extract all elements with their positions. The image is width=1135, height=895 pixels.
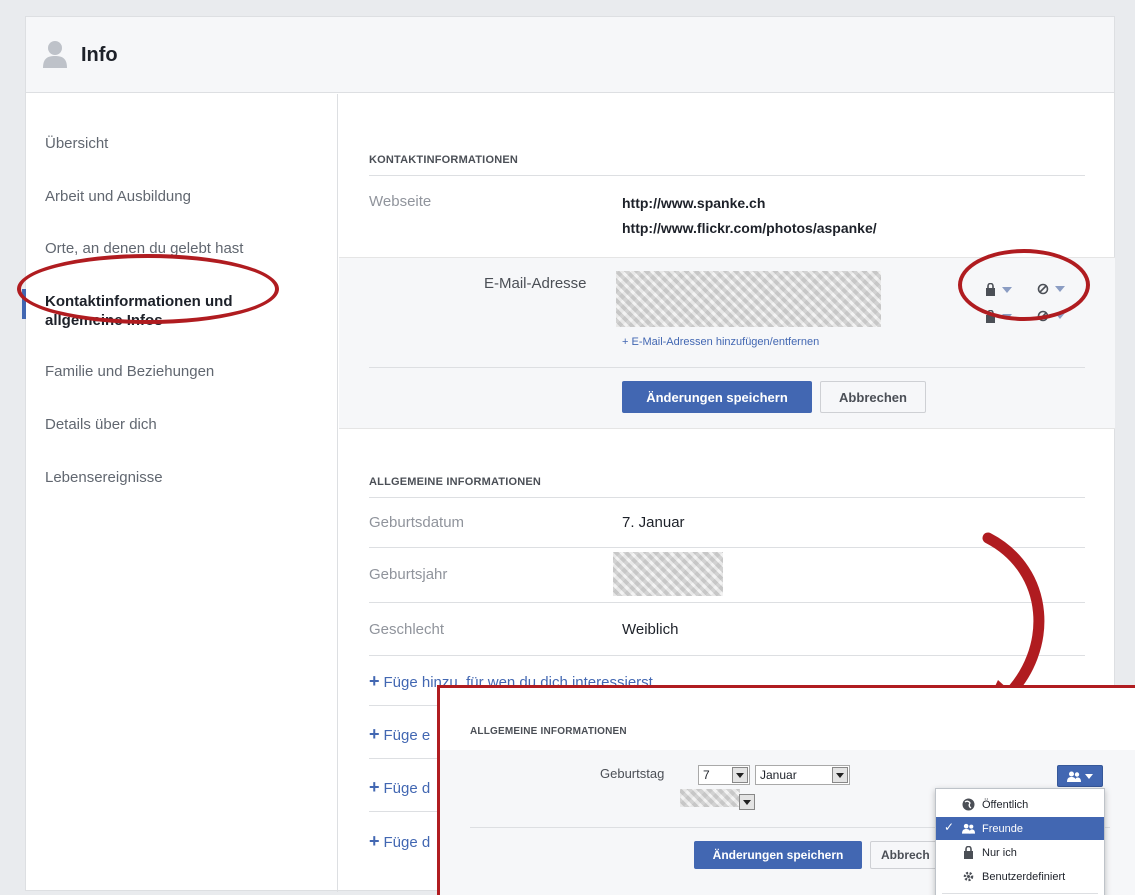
sidebar: Übersicht Arbeit und Ausbildung Orte, an… <box>22 94 338 892</box>
card-header: Info <box>26 17 1114 93</box>
menu-item-only-me[interactable]: Nur ich <box>936 841 1104 864</box>
sidebar-item-life-events[interactable]: Lebensereignisse <box>45 469 163 486</box>
inset-birthday-label: Geburtstag <box>600 766 665 781</box>
plus-icon: + <box>369 671 380 691</box>
sidebar-item-details-about-you[interactable]: Details über dich <box>45 416 157 433</box>
inset-section-title: ALLGEMEINE INFORMATIONEN <box>470 726 627 737</box>
sidebar-item-family-relationships[interactable]: Familie und Beziehungen <box>45 363 214 380</box>
chevron-down-icon <box>732 767 748 783</box>
add-link-3[interactable]: + Füge d <box>369 777 430 798</box>
add-remove-email-link[interactable]: + E-Mail-Adressen hinzufügen/entfernen <box>622 336 819 348</box>
chevron-down-icon <box>832 767 848 783</box>
contact-section-title: KONTAKTINFORMATIONEN <box>369 154 519 166</box>
divider <box>369 175 1085 176</box>
gender-label: Geschlecht <box>369 621 445 638</box>
sidebar-item-work-education[interactable]: Arbeit und Ausbildung <box>45 188 191 205</box>
menu-item-custom[interactable]: Benutzerdefiniert <box>936 865 1104 888</box>
add-link-2[interactable]: + Füge e <box>369 724 430 745</box>
menu-item-public[interactable]: Öffentlich <box>936 793 1104 816</box>
cancel-button[interactable]: Abbrechen <box>820 381 926 413</box>
inset-save-changes-button[interactable]: Änderungen speichern <box>694 841 862 869</box>
chevron-down-icon <box>739 794 755 810</box>
checkmark-icon: ✓ <box>944 820 955 834</box>
birthday-month-select[interactable]: Januar <box>755 765 850 785</box>
lock-icon <box>964 846 973 859</box>
birthdate-value: 7. Januar <box>622 514 685 531</box>
birth-year-blurred-value <box>613 552 723 596</box>
add-link-label: Füge d <box>383 834 431 851</box>
add-link-label: Füge e <box>383 727 431 744</box>
birthdate-label: Geburtsdatum <box>369 514 465 531</box>
birthday-day-select[interactable]: 7 <box>698 765 750 785</box>
add-link-4[interactable]: + Füge d <box>369 831 430 852</box>
globe-icon <box>962 798 975 811</box>
person-icon <box>43 41 67 68</box>
divider <box>942 893 1098 894</box>
gender-value: Weiblich <box>622 621 679 638</box>
birth-year-label: Geburtsjahr <box>369 566 448 583</box>
day-select-value: 7 <box>703 768 710 782</box>
save-changes-button[interactable]: Änderungen speichern <box>622 381 812 413</box>
website-link-1[interactable]: http://www.spanke.ch <box>622 195 765 211</box>
general-section-title: ALLGEMEINE INFORMATIONEN <box>369 476 542 488</box>
plus-icon: + <box>369 724 380 744</box>
chevron-down-icon <box>1085 773 1093 779</box>
annotation-ellipse-privacy <box>958 249 1090 321</box>
email-blurred-value <box>616 271 881 327</box>
plus-icon: + <box>369 777 380 797</box>
divider <box>369 367 1085 368</box>
page-title: Info <box>81 44 118 66</box>
gear-icon <box>963 871 974 882</box>
menu-item-label: Öffentlich <box>982 798 1029 811</box>
divider <box>369 497 1085 498</box>
menu-item-label: Freunde <box>982 822 1023 835</box>
website-link-2[interactable]: http://www.flickr.com/photos/aspanke/ <box>622 220 877 236</box>
sidebar-item-overview[interactable]: Übersicht <box>45 135 108 152</box>
friends-icon <box>962 823 975 834</box>
audience-dropdown-menu: Öffentlich ✓ Freunde Nur ich Benutzerdef… <box>935 788 1105 895</box>
website-label: Webseite <box>369 193 432 210</box>
email-label: E-Mail-Adresse <box>484 275 587 292</box>
annotation-ellipse-sidebar <box>17 254 279 324</box>
audience-selector-button[interactable] <box>1057 765 1103 787</box>
add-link-label: Füge d <box>383 780 431 797</box>
zoomed-inset-panel: ALLGEMEINE INFORMATIONEN Geburtstag 7 Ja… <box>437 685 1135 895</box>
menu-item-label: Benutzerdefiniert <box>982 870 1066 883</box>
birthday-year-select[interactable] <box>695 792 757 812</box>
friends-icon <box>1067 771 1081 782</box>
plus-icon: + <box>369 831 380 851</box>
menu-item-friends[interactable]: ✓ Freunde <box>936 817 1104 840</box>
menu-item-label: Nur ich <box>982 846 1017 859</box>
month-select-value: Januar <box>760 768 797 782</box>
